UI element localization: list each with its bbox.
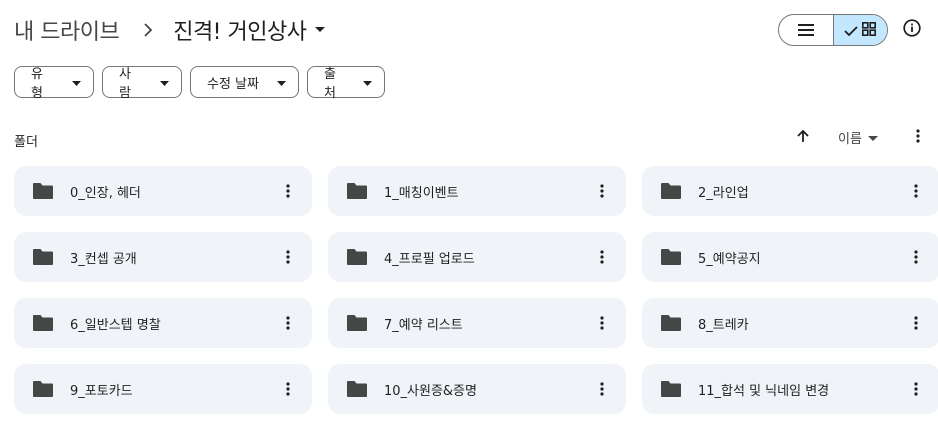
folder-card[interactable]: 11_합석 및 닉네임 변경: [642, 364, 938, 414]
filter-source-label: 출처: [324, 67, 336, 101]
folder-card[interactable]: 6_일반스텝 명찰: [14, 298, 312, 348]
folder-icon: [346, 182, 368, 200]
folder-name: 7_예약 리스트: [384, 317, 463, 333]
more-vert-icon[interactable]: [278, 180, 298, 202]
folder-name: 9_포토카드: [70, 383, 133, 399]
folder-card[interactable]: 4_프로필 업로드: [328, 232, 626, 282]
breadcrumb-current-label: 진격! 거인상사: [173, 20, 307, 45]
folder-icon: [346, 248, 368, 266]
list-view-button[interactable]: [779, 15, 833, 45]
arrow-drop-down-icon: [160, 75, 169, 90]
chevron-right-icon: [143, 23, 153, 37]
more-vert-icon[interactable]: [278, 378, 298, 400]
folder-grid: 0_인장, 헤더 1_매칭이벤트 2_라인업 3_컨셉 공개 4_프로필 업로드…: [14, 166, 938, 414]
more-vert-icon[interactable]: [906, 180, 926, 202]
folder-card[interactable]: 2_라인업: [642, 166, 938, 216]
folder-icon: [660, 182, 682, 200]
filter-people-label: 사람: [119, 67, 131, 101]
arrow-drop-down-icon: [363, 75, 372, 90]
folder-card[interactable]: 10_사원증&증명: [328, 364, 626, 414]
check-icon: [844, 21, 859, 40]
more-vert-icon[interactable]: [592, 180, 612, 202]
folder-icon: [660, 314, 682, 332]
filter-bar: 유형 사람 수정 날짜 출처: [14, 66, 385, 101]
folder-name: 1_매칭이벤트: [384, 185, 459, 201]
folder-icon: [660, 380, 682, 398]
more-vert-icon[interactable]: [906, 378, 926, 400]
filter-modified-label: 수정 날짜: [207, 76, 259, 92]
folder-name: 2_라인업: [698, 185, 749, 201]
more-vert-icon[interactable]: [906, 312, 926, 334]
arrow-upward-icon: [796, 128, 810, 147]
folder-name: 6_일반스텝 명찰: [70, 317, 161, 333]
folder-icon: [32, 182, 54, 200]
sort-direction-button[interactable]: [792, 126, 814, 148]
info-button[interactable]: [900, 18, 924, 42]
arrow-drop-down-icon: [314, 26, 326, 34]
folder-card[interactable]: 5_예약공지: [642, 232, 938, 282]
folder-name: 11_합석 및 닉네임 변경: [698, 383, 830, 399]
folder-name: 8_트레카: [698, 317, 749, 333]
more-vert-icon[interactable]: [592, 246, 612, 268]
folder-name: 5_예약공지: [698, 251, 761, 267]
more-vert-icon[interactable]: [278, 246, 298, 268]
filter-source-chip[interactable]: 출처: [307, 66, 385, 101]
filter-type-chip[interactable]: 유형: [14, 66, 94, 101]
folder-card[interactable]: 3_컨셉 공개: [14, 232, 312, 282]
folder-card[interactable]: 9_포토카드: [14, 364, 312, 414]
breadcrumb: 내 드라이브 진격! 거인상사: [14, 12, 326, 48]
folder-icon: [346, 314, 368, 332]
arrow-drop-down-icon: [276, 75, 286, 90]
filter-modified-chip[interactable]: 수정 날짜: [190, 66, 299, 98]
folder-icon: [32, 314, 54, 332]
folder-icon: [32, 248, 54, 266]
arrow-drop-down-icon: [867, 130, 878, 145]
section-label-folders: 폴더: [14, 135, 38, 150]
view-toggle: [778, 14, 888, 46]
folder-name: 4_프로필 업로드: [384, 251, 475, 267]
folder-name: 0_인장, 헤더: [70, 185, 141, 201]
folder-name: 10_사원증&증명: [384, 383, 477, 399]
more-vert-icon[interactable]: [278, 312, 298, 334]
folder-card[interactable]: 8_트레카: [642, 298, 938, 348]
folder-card[interactable]: 1_매칭이벤트: [328, 166, 626, 216]
folder-icon: [660, 248, 682, 266]
folder-card[interactable]: 7_예약 리스트: [328, 298, 626, 348]
more-vert-icon[interactable]: [592, 378, 612, 400]
filter-type-label: 유형: [31, 67, 43, 101]
more-options-button[interactable]: [908, 126, 928, 148]
more-vert-icon[interactable]: [592, 312, 612, 334]
arrow-drop-down-icon: [72, 75, 81, 90]
folder-icon: [346, 380, 368, 398]
sort-by-button[interactable]: 이름: [838, 128, 878, 147]
folder-icon: [32, 380, 54, 398]
breadcrumb-current-folder[interactable]: 진격! 거인상사: [173, 14, 326, 46]
grid-view-button[interactable]: [832, 15, 887, 45]
list-view-icon: [797, 21, 814, 40]
filter-people-chip[interactable]: 사람: [102, 66, 182, 101]
folder-card[interactable]: 0_인장, 헤더: [14, 166, 312, 216]
more-vert-icon[interactable]: [906, 246, 926, 268]
info-icon: [903, 19, 921, 41]
sort-by-label: 이름: [838, 132, 862, 147]
more-vert-icon: [916, 128, 920, 147]
breadcrumb-root-my-drive[interactable]: 내 드라이브: [14, 14, 120, 46]
grid-view-icon: [862, 21, 877, 40]
folder-name: 3_컨셉 공개: [70, 251, 137, 267]
